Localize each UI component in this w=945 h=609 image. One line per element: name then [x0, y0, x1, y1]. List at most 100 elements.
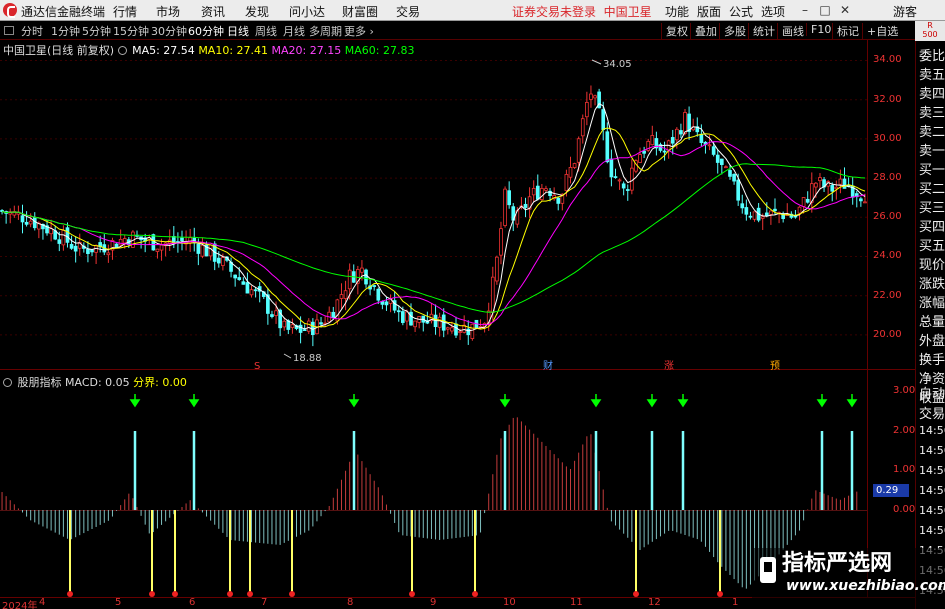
candle-body: [216, 257, 221, 264]
candle-body: [601, 109, 606, 130]
marker-forecast[interactable]: 预: [770, 360, 780, 372]
macd-tick: 1.00: [893, 464, 916, 475]
ma60-value: MA60: 27.83: [344, 44, 415, 57]
sell-dot-icon: [472, 591, 478, 597]
ma5-value: MA5: 27.54: [132, 44, 195, 57]
quote-field[interactable]: 外盘: [919, 330, 945, 349]
candle-body: [155, 248, 160, 252]
quote-field[interactable]: 买五: [919, 235, 945, 254]
candle-body: [274, 310, 278, 317]
quote-field[interactable]: 卖一: [919, 140, 945, 159]
sell-dot-icon: [149, 591, 155, 597]
candle-body: [503, 188, 507, 226]
chart-canvas[interactable]: 34.05 18.88 S 财 涨 预: [0, 0, 945, 609]
quote-field[interactable]: 涨跌: [919, 273, 945, 292]
marker-limit-up[interactable]: 涨: [664, 360, 674, 372]
low-price-label: 18.88: [293, 353, 322, 364]
x-tick: 7: [261, 597, 268, 608]
x-tick: 5: [115, 597, 122, 608]
quote-field[interactable]: 卖二: [919, 121, 945, 140]
stock-title: 中国卫星(日线 前复权): [3, 44, 115, 57]
x-tick: 8: [347, 597, 354, 608]
candle-body: [282, 320, 287, 328]
candle-body: [24, 221, 29, 225]
macd-chart-title: 股朋指标 MACD: 0.05 分界: 0.00: [3, 374, 187, 390]
candle-body: [675, 128, 679, 141]
candle-body: [151, 234, 156, 251]
quote-field[interactable]: 买四: [919, 216, 945, 235]
buy-arrow-icon: [846, 394, 858, 408]
candle-body: [360, 267, 364, 273]
candle-body: [670, 137, 675, 144]
quote-field[interactable]: 涨幅: [919, 292, 945, 311]
quote-field[interactable]: 买一: [919, 159, 945, 178]
candle-body: [347, 269, 352, 290]
indicator-toggle-icon[interactable]: [3, 378, 12, 387]
candle-body: [752, 211, 757, 220]
r500-badge[interactable]: R 500: [915, 21, 945, 41]
candle-body: [470, 323, 475, 339]
sell-dot-icon: [172, 591, 178, 597]
x-tick: 11: [570, 597, 583, 608]
ma20-value: MA20: 27.15: [271, 44, 342, 57]
candle-body: [744, 207, 749, 215]
candle-body: [364, 269, 368, 285]
quote-field[interactable]: 买三: [919, 197, 945, 216]
candle-body: [306, 320, 311, 332]
candle-body: [180, 237, 184, 241]
quote-field[interactable]: 卖五: [919, 64, 945, 83]
marker-finance[interactable]: 财: [543, 359, 553, 372]
buy-arrow-icon: [816, 394, 828, 408]
candle-body: [69, 244, 74, 249]
x-tick: 6: [189, 597, 196, 608]
quote-field[interactable]: 现价: [919, 254, 945, 273]
buy-arrow-icon: [677, 394, 689, 408]
candle-body: [715, 154, 720, 163]
quote-field[interactable]: 换手: [919, 349, 945, 368]
candle-body: [638, 154, 642, 163]
candle-body: [719, 158, 724, 165]
signal-markers: [67, 394, 858, 597]
candle-body: [200, 244, 205, 257]
x-tick-year: 2024年: [2, 601, 38, 609]
high-price-label: 34.05: [603, 59, 632, 70]
indicator-name[interactable]: 股朋指标: [18, 376, 62, 389]
indicator-toggle-icon[interactable]: [117, 46, 127, 55]
candle-body: [343, 290, 348, 299]
low-price-pointer: [283, 353, 292, 359]
macd-tick: 0.00: [893, 504, 916, 515]
buy-arrow-icon: [499, 394, 511, 408]
candle-body: [458, 331, 462, 333]
candle-body: [707, 144, 712, 147]
candle-body: [630, 167, 634, 191]
candle-body: [863, 201, 867, 204]
buy-arrow-icon: [188, 394, 200, 408]
candle-body: [773, 208, 777, 212]
quote-field[interactable]: 卖三: [919, 102, 945, 121]
candle-body: [372, 285, 377, 287]
sell-dot-icon: [409, 591, 415, 597]
candle-body: [445, 327, 450, 330]
x-tick: 10: [503, 597, 516, 608]
candle-body: [568, 167, 573, 178]
quote-field[interactable]: 卖四: [919, 83, 945, 102]
quote-field[interactable]: 买二: [919, 178, 945, 197]
candle-body: [679, 130, 683, 135]
quote-field[interactable]: 自动: [919, 383, 945, 402]
quote-field[interactable]: 总量: [919, 311, 945, 330]
candle-body: [466, 328, 471, 336]
quote-field[interactable]: 交易: [919, 403, 945, 422]
candle-body: [523, 203, 528, 208]
marker-s[interactable]: S: [254, 361, 260, 372]
candle-body: [413, 320, 417, 328]
sell-dot-icon: [227, 591, 233, 597]
candle-body: [331, 311, 336, 319]
trade-time: 14:56: [919, 424, 945, 437]
macd-tick: 2.00: [893, 425, 916, 436]
candle-body: [535, 185, 540, 200]
candle-body: [290, 324, 295, 328]
candle-body: [106, 252, 111, 256]
candle-body: [838, 178, 843, 185]
quote-field[interactable]: 委比: [919, 45, 945, 64]
watermark-title: 指标严选网: [782, 551, 893, 576]
